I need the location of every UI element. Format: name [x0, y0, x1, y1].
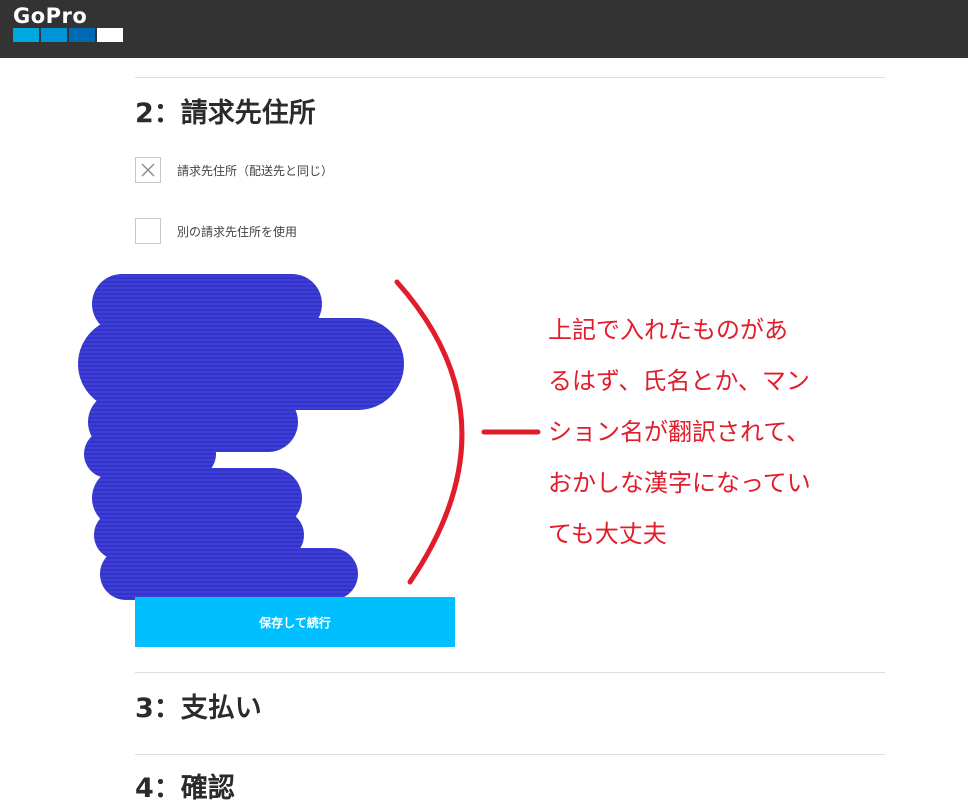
annotation-line: 上記で入れたものがあ	[548, 316, 788, 344]
step-4-title[interactable]: 4：確認	[135, 772, 235, 806]
step-3-title[interactable]: 3：支払い	[135, 692, 262, 726]
section-divider	[135, 754, 885, 755]
redaction-scribble	[78, 274, 404, 600]
annotation-line: おかしな漢字になってい	[548, 469, 811, 497]
section-divider	[135, 672, 885, 673]
save-and-continue-button[interactable]: 保存して続行	[135, 597, 455, 647]
annotation-line: ても大丈夫	[548, 520, 667, 548]
annotation-line: るはず、氏名とか、マン	[548, 367, 810, 395]
annotation-note: 上記で入れたものがあ るはず、氏名とか、マン ション名が翻訳されて、 おかしな漢…	[548, 305, 848, 560]
red-bracket	[394, 279, 541, 585]
annotation-line: ション名が翻訳されて、	[548, 418, 811, 446]
